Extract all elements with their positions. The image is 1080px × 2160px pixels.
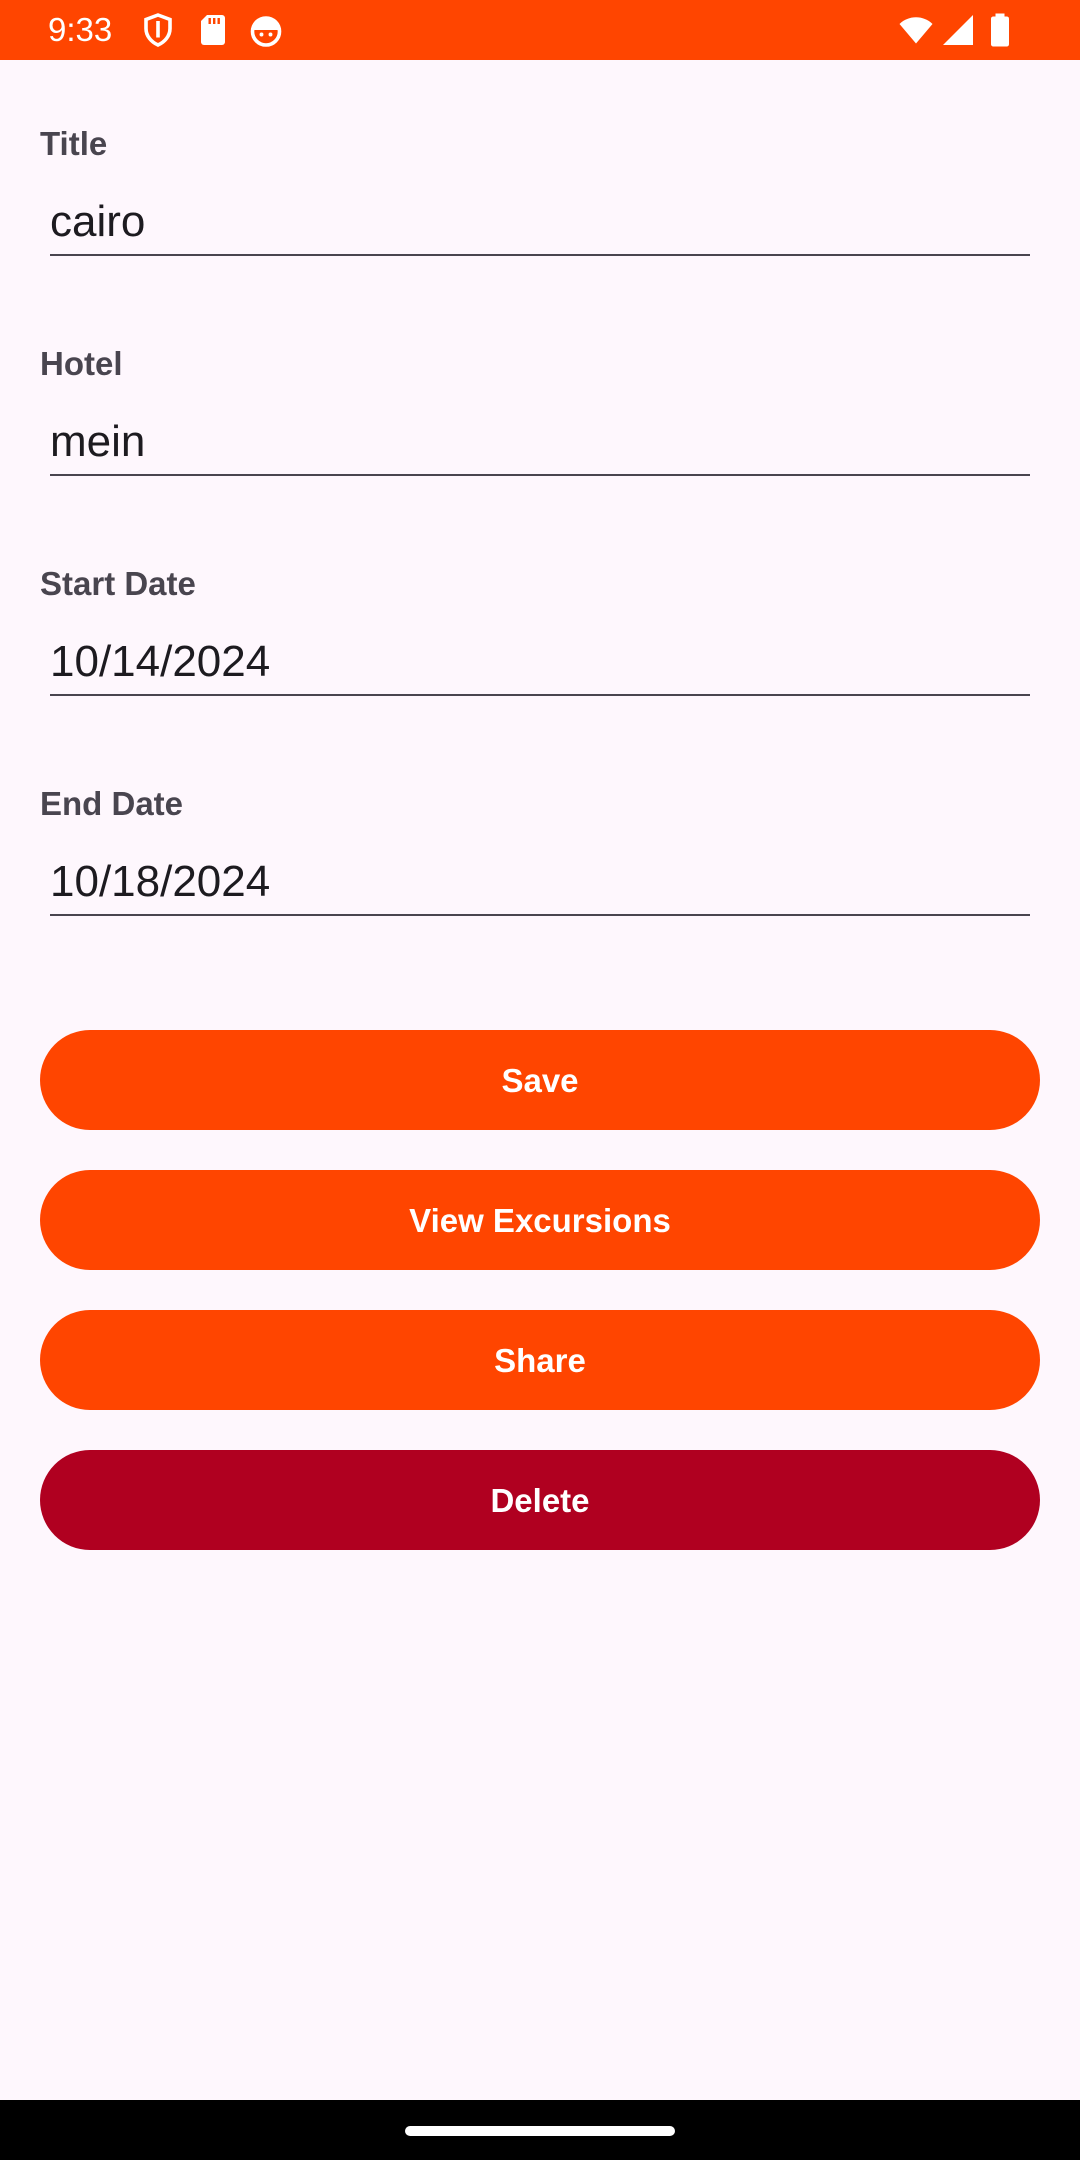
share-button[interactable]: Share bbox=[40, 1310, 1040, 1410]
delete-button[interactable]: Delete bbox=[40, 1450, 1040, 1550]
hotel-input[interactable] bbox=[50, 410, 1030, 476]
end-date-input[interactable] bbox=[50, 850, 1030, 916]
wifi-icon bbox=[899, 17, 933, 44]
home-gesture-handle[interactable] bbox=[405, 2126, 675, 2136]
android-face-icon bbox=[250, 16, 282, 47]
trip-details-form: Title Hotel Start Date End Date Save Vie… bbox=[0, 60, 1080, 2100]
cell-signal-icon bbox=[943, 15, 973, 45]
status-time: 9:33 bbox=[48, 11, 113, 48]
battery-icon bbox=[991, 13, 1009, 47]
title-input[interactable] bbox=[50, 190, 1030, 256]
save-button[interactable]: Save bbox=[40, 1030, 1040, 1130]
title-label: Title bbox=[40, 125, 108, 162]
start-date-input[interactable] bbox=[50, 630, 1030, 696]
hotel-label: Hotel bbox=[40, 345, 123, 382]
view-excursions-button[interactable]: View Excursions bbox=[40, 1170, 1040, 1270]
status-bar: 9:33 bbox=[0, 0, 1080, 60]
shield-icon bbox=[144, 13, 172, 47]
navigation-bar bbox=[0, 2100, 1080, 2160]
sd-card-icon bbox=[201, 15, 225, 45]
start-date-label: Start Date bbox=[40, 565, 196, 602]
end-date-label: End Date bbox=[40, 785, 184, 822]
